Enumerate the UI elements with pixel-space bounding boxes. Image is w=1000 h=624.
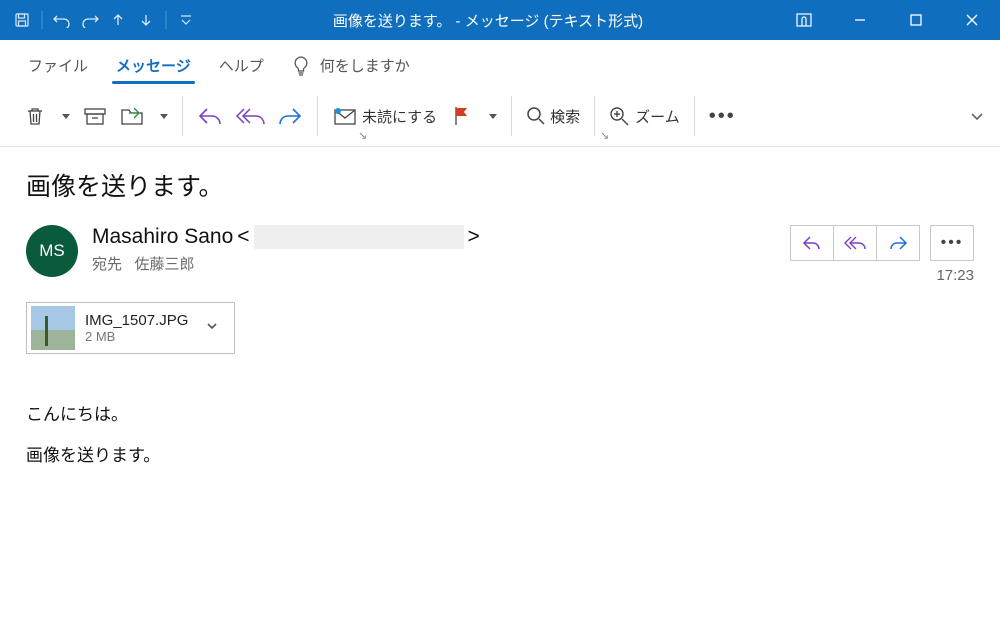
ellipsis-icon: ••• bbox=[941, 234, 964, 252]
attachment-size: 2 MB bbox=[85, 329, 188, 344]
sender-row: MS Masahiro Sano < > 宛先 佐藤三郎 bbox=[26, 225, 974, 284]
flag-dropdown[interactable] bbox=[481, 95, 503, 137]
recipient-name: 佐藤三郎 bbox=[135, 256, 195, 273]
chevron-down-icon bbox=[206, 320, 218, 332]
zoom-icon bbox=[609, 106, 631, 126]
tell-me-label: 何をしますか bbox=[320, 55, 410, 76]
redo-icon[interactable] bbox=[76, 6, 104, 34]
maximize-button[interactable] bbox=[888, 0, 944, 40]
more-commands-button[interactable]: ••• bbox=[703, 95, 742, 137]
message-subject: 画像を送ります。 bbox=[26, 167, 974, 203]
attachment-card[interactable]: IMG_1507.JPG 2 MB bbox=[26, 302, 235, 354]
reply-all-icon bbox=[844, 235, 866, 251]
tags-launcher-icon[interactable]: ↘ bbox=[600, 129, 609, 142]
previous-item-icon[interactable] bbox=[104, 6, 132, 34]
window-title: 画像を送ります。 - メッセージ (テキスト形式) bbox=[200, 10, 776, 31]
body-line: 画像を送ります。 bbox=[26, 436, 974, 477]
mark-unread-label: 未読にする bbox=[362, 106, 437, 127]
ribbon-separator bbox=[694, 96, 695, 136]
recipient-label: 宛先 bbox=[92, 256, 122, 273]
flag-icon bbox=[452, 105, 472, 127]
archive-button[interactable] bbox=[76, 95, 114, 137]
mark-unread-button[interactable]: 未読にする bbox=[326, 95, 443, 137]
title-bar: 画像を送ります。 - メッセージ (テキスト形式) bbox=[0, 0, 1000, 40]
received-time: 17:23 bbox=[790, 267, 974, 284]
ribbon-tabs: ファイル メッセージ ヘルプ 何をしますか bbox=[0, 40, 1000, 86]
ribbon-separator bbox=[182, 96, 183, 136]
move-dropdown[interactable] bbox=[152, 95, 174, 137]
bracket-open: < bbox=[237, 225, 249, 249]
close-button[interactable] bbox=[944, 0, 1000, 40]
zoom-label: ズーム bbox=[635, 106, 680, 127]
window-controls bbox=[776, 0, 1000, 40]
chevron-down-icon bbox=[970, 109, 984, 123]
tab-message[interactable]: メッセージ bbox=[102, 45, 205, 86]
attachment-thumbnail bbox=[31, 306, 75, 350]
sender-info: Masahiro Sano < > 宛先 佐藤三郎 bbox=[92, 225, 480, 274]
action-forward-button[interactable] bbox=[876, 225, 920, 261]
move-button[interactable] bbox=[114, 95, 152, 137]
search-label: 検索 bbox=[550, 106, 580, 127]
sender-email-redacted bbox=[254, 225, 464, 249]
action-more-button[interactable]: ••• bbox=[930, 225, 974, 261]
minimize-button[interactable] bbox=[832, 0, 888, 40]
attachment-meta: IMG_1507.JPG 2 MB bbox=[85, 312, 188, 344]
message-body: こんにちは。 画像を送ります。 bbox=[26, 395, 974, 477]
archive-icon bbox=[83, 106, 107, 126]
ribbon-toolbar: ↘ 未読にする ↘ 検索 ズーム ••• bbox=[0, 86, 1000, 146]
reply-button[interactable] bbox=[191, 95, 229, 137]
search-button[interactable]: 検索 bbox=[520, 95, 586, 137]
action-reply-all-button[interactable] bbox=[833, 225, 877, 261]
reply-icon bbox=[802, 235, 822, 251]
move-folder-icon bbox=[120, 105, 146, 127]
undo-icon[interactable] bbox=[48, 6, 76, 34]
envelope-icon bbox=[332, 106, 358, 126]
delete-dropdown[interactable] bbox=[54, 95, 76, 137]
sender-avatar[interactable]: MS bbox=[26, 225, 78, 277]
reply-icon bbox=[197, 106, 223, 126]
body-line: こんにちは。 bbox=[26, 395, 974, 436]
delete-button[interactable] bbox=[16, 95, 54, 137]
customize-qat-dropdown[interactable] bbox=[172, 6, 200, 34]
reply-all-icon bbox=[235, 106, 265, 126]
ribbon-separator bbox=[511, 96, 512, 136]
attachment-dropdown[interactable] bbox=[198, 319, 226, 337]
trash-icon bbox=[24, 105, 46, 127]
sender-name: Masahiro Sano bbox=[92, 225, 233, 249]
forward-icon bbox=[888, 235, 908, 251]
bracket-close: > bbox=[468, 225, 480, 249]
forward-button[interactable] bbox=[271, 95, 309, 137]
sender-name-line: Masahiro Sano < > bbox=[92, 225, 480, 249]
tell-me-search[interactable]: 何をしますか bbox=[278, 45, 424, 86]
next-item-icon[interactable] bbox=[132, 6, 160, 34]
search-icon bbox=[526, 106, 546, 126]
save-icon[interactable] bbox=[8, 6, 36, 34]
quick-access-toolbar bbox=[0, 0, 200, 40]
qat-separator bbox=[36, 6, 48, 34]
lightbulb-icon bbox=[292, 56, 310, 76]
tab-file[interactable]: ファイル bbox=[14, 45, 102, 86]
flag-button[interactable] bbox=[443, 95, 481, 137]
qat-separator bbox=[160, 6, 172, 34]
ribbon-separator bbox=[317, 96, 318, 136]
ribbon-display-icon[interactable] bbox=[776, 0, 832, 40]
ribbon-separator bbox=[594, 96, 595, 136]
action-reply-button[interactable] bbox=[790, 225, 834, 261]
message-pane: 画像を送ります。 MS Masahiro Sano < > 宛先 佐藤三郎 bbox=[0, 147, 1000, 477]
respond-launcher-icon[interactable]: ↘ bbox=[358, 129, 367, 142]
forward-icon bbox=[277, 106, 303, 126]
collapse-ribbon-button[interactable] bbox=[964, 95, 990, 137]
tab-help[interactable]: ヘルプ bbox=[205, 45, 278, 86]
recipient-line: 宛先 佐藤三郎 bbox=[92, 253, 480, 274]
reply-all-button[interactable] bbox=[229, 95, 271, 137]
zoom-button[interactable]: ズーム bbox=[603, 95, 686, 137]
ellipsis-icon: ••• bbox=[709, 105, 736, 128]
attachment-filename: IMG_1507.JPG bbox=[85, 312, 188, 329]
message-actions: ••• 17:23 bbox=[790, 225, 974, 284]
